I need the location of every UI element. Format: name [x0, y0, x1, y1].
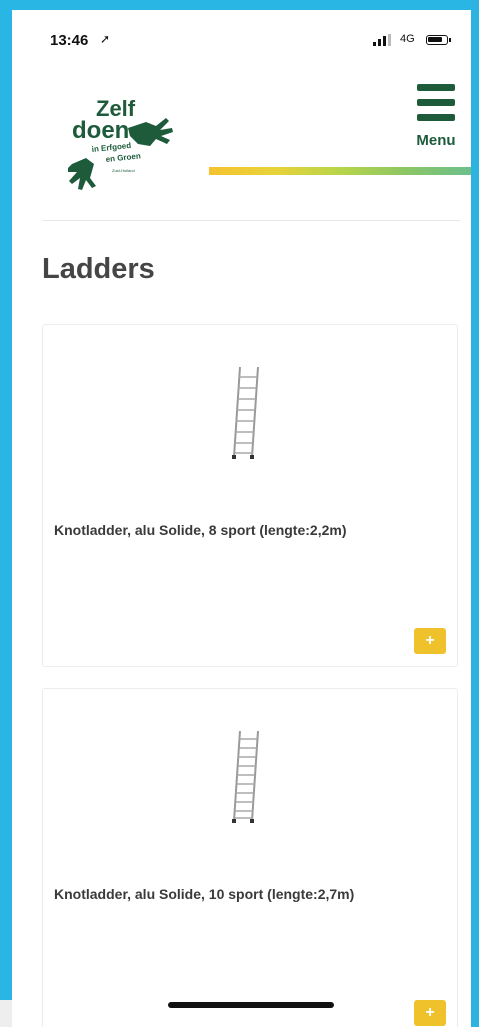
- ladder-icon: [226, 365, 266, 461]
- frame-left: [0, 0, 12, 1000]
- page-title: Ladders: [42, 253, 155, 285]
- svg-text:doen: doen: [72, 117, 129, 144]
- header-divider: [42, 220, 460, 221]
- menu-label: Menu: [416, 132, 456, 149]
- phone-screen: 13:46 ➚ 4G Zelf doen in Erfgoed en Groen…: [12, 10, 471, 1027]
- logo-graphic: Zelf doen in Erfgoed en Groen Zuid-Holla…: [68, 96, 173, 190]
- brand-color-strip: [209, 167, 471, 175]
- home-indicator[interactable]: [168, 1002, 334, 1008]
- svg-text:en Groen: en Groen: [105, 151, 141, 164]
- site-logo[interactable]: Zelf doen in Erfgoed en Groen Zuid-Holla…: [50, 82, 180, 192]
- status-bar: 13:46 ➚ 4G: [12, 10, 471, 66]
- product-card[interactable]: Knotladder, alu Solide, 8 sport (lengte:…: [42, 324, 458, 667]
- status-time: 13:46: [50, 32, 89, 49]
- add-to-cart-button[interactable]: +: [414, 628, 446, 654]
- signal-icon: [373, 34, 393, 46]
- product-name[interactable]: Knotladder, alu Solide, 10 sport (lengte…: [54, 886, 354, 902]
- location-arrow-icon: ➚: [100, 32, 111, 46]
- product-card[interactable]: Knotladder, alu Solide, 10 sport (lengte…: [42, 688, 458, 1027]
- frame-top: [0, 0, 479, 10]
- frame-right: [471, 0, 479, 1027]
- hamburger-menu-icon: [417, 84, 455, 124]
- menu-button[interactable]: Menu: [406, 84, 466, 158]
- add-to-cart-button[interactable]: +: [414, 1000, 446, 1026]
- network-label: 4G: [400, 33, 415, 45]
- svg-text:Zuid-Holland: Zuid-Holland: [112, 168, 135, 173]
- ladder-icon: [226, 729, 266, 825]
- battery-icon: [426, 35, 451, 45]
- product-name[interactable]: Knotladder, alu Solide, 8 sport (lengte:…: [54, 522, 347, 538]
